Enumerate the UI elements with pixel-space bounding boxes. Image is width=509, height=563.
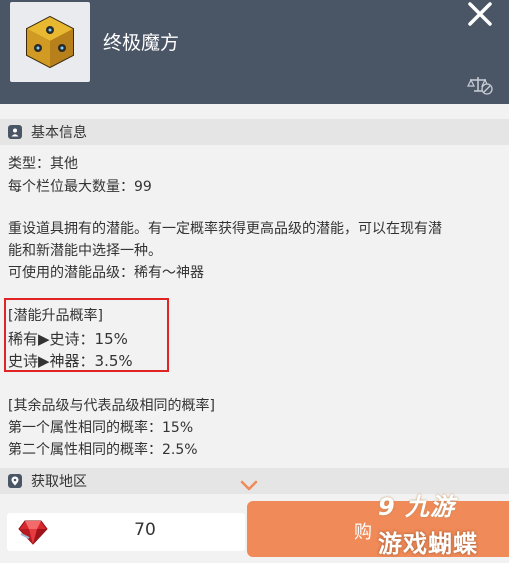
item-title: 终极魔方 (103, 32, 180, 54)
max-stack: 每个栏位最大数量：99 (8, 179, 152, 195)
item-header: 终极魔方 (0, 0, 509, 104)
buy-button-label: 购 (354, 522, 372, 543)
person-icon (8, 125, 22, 139)
item-icon-box (10, 2, 90, 82)
watermark-logo: 9 九游 (378, 493, 456, 521)
highlight-box (4, 298, 169, 372)
description-line-2: 能和新潜能中选择一种。 (8, 243, 162, 259)
location-pin-icon (8, 474, 22, 488)
red-gem-icon (18, 520, 48, 545)
watermark-text: 游戏蝴蝶 (378, 530, 478, 558)
first-attribute-rate: 第一个属性相同的概率：15% (8, 420, 194, 436)
cube-icon (26, 15, 74, 69)
description-line-1: 重设道具拥有的潜能。有一定概率获得更高品级的潜能，可以在现有潜 (8, 221, 442, 237)
acquire-label: 获取地区 (31, 474, 87, 490)
basic-info-label: 基本信息 (31, 125, 87, 141)
chevron-down-icon[interactable] (240, 480, 258, 492)
same-grade-title: [其余品级与代表品级相同的概率] (8, 398, 215, 414)
price-value: 70 (134, 520, 156, 540)
second-attribute-rate: 第二个属性相同的概率：2.5% (8, 442, 198, 458)
item-type: 类型：其他 (8, 156, 78, 172)
basic-info-section-header: 基本信息 (0, 119, 509, 145)
usable-grades: 可使用的潜能品级：稀有～神器 (8, 265, 204, 281)
scale-icon[interactable] (466, 74, 494, 96)
close-icon[interactable] (464, 0, 496, 32)
